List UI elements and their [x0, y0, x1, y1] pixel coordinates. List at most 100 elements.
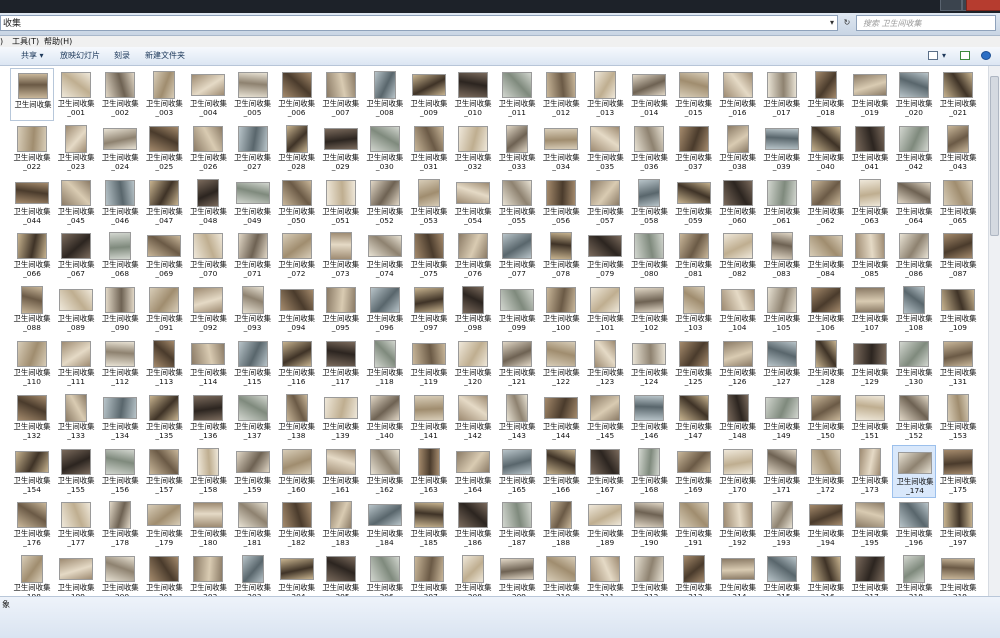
file-item[interactable]: 卫生间收集 _044: [10, 176, 54, 229]
file-item[interactable]: 卫生间收集 _180: [186, 498, 230, 551]
file-item[interactable]: 卫生间收集 _089: [54, 283, 98, 336]
file-item[interactable]: 卫生间收集 _069: [142, 229, 186, 282]
file-item[interactable]: 卫生间收集 _179: [142, 498, 186, 551]
file-item[interactable]: 卫生间收集 _068: [98, 229, 142, 282]
file-item[interactable]: 卫生间收集 _116: [275, 337, 319, 390]
file-item[interactable]: 卫生间收集 _057: [583, 176, 627, 229]
file-item[interactable]: 卫生间收集 _035: [583, 122, 627, 175]
file-item[interactable]: 卫生间收集 _120: [451, 337, 495, 390]
file-item[interactable]: 卫生间收集 _080: [627, 229, 671, 282]
search-input[interactable]: 搜索 卫生间收集: [856, 15, 996, 31]
file-item[interactable]: 卫生间收集 _028: [275, 122, 319, 175]
file-item[interactable]: 卫生间收集 _153: [936, 391, 980, 444]
file-item[interactable]: 卫生间收集 _011: [495, 68, 539, 121]
file-item[interactable]: 卫生间收集 _128: [804, 337, 848, 390]
file-item[interactable]: 卫生间收集 _026: [186, 122, 230, 175]
file-item[interactable]: 卫生间收集 _001: [54, 68, 98, 121]
file-item[interactable]: 卫生间收集 _049: [231, 176, 275, 229]
file-item[interactable]: 卫生间收集 _095: [319, 283, 363, 336]
file-item[interactable]: 卫生间收集 _074: [363, 229, 407, 282]
file-item[interactable]: 卫生间收集 _196: [892, 498, 936, 551]
file-item[interactable]: 卫生间收集 _115: [231, 337, 275, 390]
file-item[interactable]: 卫生间收集 _111: [54, 337, 98, 390]
file-item[interactable]: 卫生间收集 _008: [363, 68, 407, 121]
file-item[interactable]: 卫生间收集 _122: [539, 337, 583, 390]
file-item[interactable]: 卫生间收集 _090: [98, 283, 142, 336]
file-item[interactable]: 卫生间收集 _021: [936, 68, 980, 121]
file-item[interactable]: 卫生间收集 _126: [716, 337, 760, 390]
file-item[interactable]: 卫生间收集 _123: [583, 337, 627, 390]
file-item[interactable]: 卫生间收集 _163: [407, 445, 451, 498]
file-item[interactable]: 卫生间收集 _148: [716, 391, 760, 444]
file-item[interactable]: 卫生间收集 _127: [760, 337, 804, 390]
file-item[interactable]: 卫生间收集 _067: [54, 229, 98, 282]
file-item[interactable]: 卫生间收集 _086: [892, 229, 936, 282]
file-item[interactable]: 卫生间收集 _172: [804, 445, 848, 498]
scrollbar-thumb[interactable]: [990, 76, 999, 236]
file-item[interactable]: 卫生间收集 _073: [319, 229, 363, 282]
file-item[interactable]: 卫生间收集 _106: [804, 283, 848, 336]
file-item[interactable]: 卫生间收集 _053: [407, 176, 451, 229]
file-item[interactable]: 卫生间收集 _033: [495, 122, 539, 175]
menu-item-help[interactable]: 帮助(H): [44, 36, 72, 47]
file-item[interactable]: 卫生间收集 _019: [848, 68, 892, 121]
file-item[interactable]: 卫生间收集 _190: [627, 498, 671, 551]
file-item[interactable]: 卫生间收集_200: [98, 552, 142, 596]
menu-item-view[interactable]: ): [0, 36, 3, 47]
file-item[interactable]: 卫生间收集 _016: [716, 68, 760, 121]
file-item[interactable]: 卫生间收集 _156: [98, 445, 142, 498]
file-item[interactable]: 卫生间收集 _135: [142, 391, 186, 444]
file-item[interactable]: 卫生间收集 _188: [539, 498, 583, 551]
file-item[interactable]: 卫生间收集 _133: [54, 391, 98, 444]
file-item[interactable]: 卫生间收集 _186: [451, 498, 495, 551]
file-item[interactable]: 卫生间收集 _149: [760, 391, 804, 444]
file-item[interactable]: 卫生间收集 _048: [186, 176, 230, 229]
vertical-scrollbar[interactable]: [988, 66, 1000, 596]
file-item[interactable]: 卫生间收集 _064: [892, 176, 936, 229]
file-item[interactable]: 卫生间收集 _104: [716, 283, 760, 336]
file-item[interactable]: 卫生间收集 _175: [936, 445, 980, 498]
file-item[interactable]: 卫生间收集 _184: [363, 498, 407, 551]
file-item[interactable]: 卫生间收集_206: [363, 552, 407, 596]
file-item[interactable]: 卫生间收集_205: [319, 552, 363, 596]
file-item[interactable]: 卫生间收集 _087: [936, 229, 980, 282]
file-item[interactable]: 卫生间收集_217: [848, 552, 892, 596]
file-item[interactable]: 卫生间收集 _191: [672, 498, 716, 551]
address-field[interactable]: 收集: [0, 15, 838, 31]
file-item[interactable]: 卫生间收集 _158: [186, 445, 230, 498]
file-item[interactable]: 卫生间收集 _143: [495, 391, 539, 444]
file-item[interactable]: 卫生间收集 _121: [495, 337, 539, 390]
burn-button[interactable]: 刻录: [114, 47, 130, 65]
file-item[interactable]: 卫生间收集 _060: [716, 176, 760, 229]
file-item[interactable]: 卫生间收集 _192: [716, 498, 760, 551]
file-item[interactable]: 卫生间收集 _042: [892, 122, 936, 175]
file-item[interactable]: 卫生间收集 _003: [142, 68, 186, 121]
file-item[interactable]: 卫生间收集 _144: [539, 391, 583, 444]
file-item[interactable]: 卫生间收集 _117: [319, 337, 363, 390]
close-button[interactable]: [966, 0, 1000, 11]
file-item[interactable]: 卫生间收集 _006: [275, 68, 319, 121]
file-item[interactable]: 卫生间收集 _129: [848, 337, 892, 390]
preview-pane-icon[interactable]: [960, 51, 970, 60]
file-item[interactable]: 卫生间收集_212: [627, 552, 671, 596]
file-item[interactable]: 卫生间收集 _032: [451, 122, 495, 175]
minimize-button[interactable]: [940, 0, 962, 11]
file-item[interactable]: 卫生间收集 _075: [407, 229, 451, 282]
file-item[interactable]: 卫生间收集 _138: [275, 391, 319, 444]
file-item[interactable]: 卫生间收集_207: [407, 552, 451, 596]
file-item[interactable]: 卫生间收集 _132: [10, 391, 54, 444]
file-item[interactable]: 卫生间收集 _168: [627, 445, 671, 498]
file-item[interactable]: 卫生间收集 _146: [627, 391, 671, 444]
file-item[interactable]: 卫生间收集 _082: [716, 229, 760, 282]
file-item[interactable]: 卫生间收集 _173: [848, 445, 892, 498]
file-item[interactable]: 卫生间收集: [10, 68, 54, 121]
new-folder-button[interactable]: 新建文件夹: [145, 47, 185, 65]
file-item[interactable]: 卫生间收集 _105: [760, 283, 804, 336]
file-item[interactable]: 卫生间收集 _131: [936, 337, 980, 390]
file-item[interactable]: 卫生间收集 _185: [407, 498, 451, 551]
file-item[interactable]: 卫生间收集 _050: [275, 176, 319, 229]
file-item[interactable]: 卫生间收集 _139: [319, 391, 363, 444]
file-item[interactable]: 卫生间收集 _147: [672, 391, 716, 444]
file-item[interactable]: 卫生间收集 _076: [451, 229, 495, 282]
file-item[interactable]: 卫生间收集 _136: [186, 391, 230, 444]
